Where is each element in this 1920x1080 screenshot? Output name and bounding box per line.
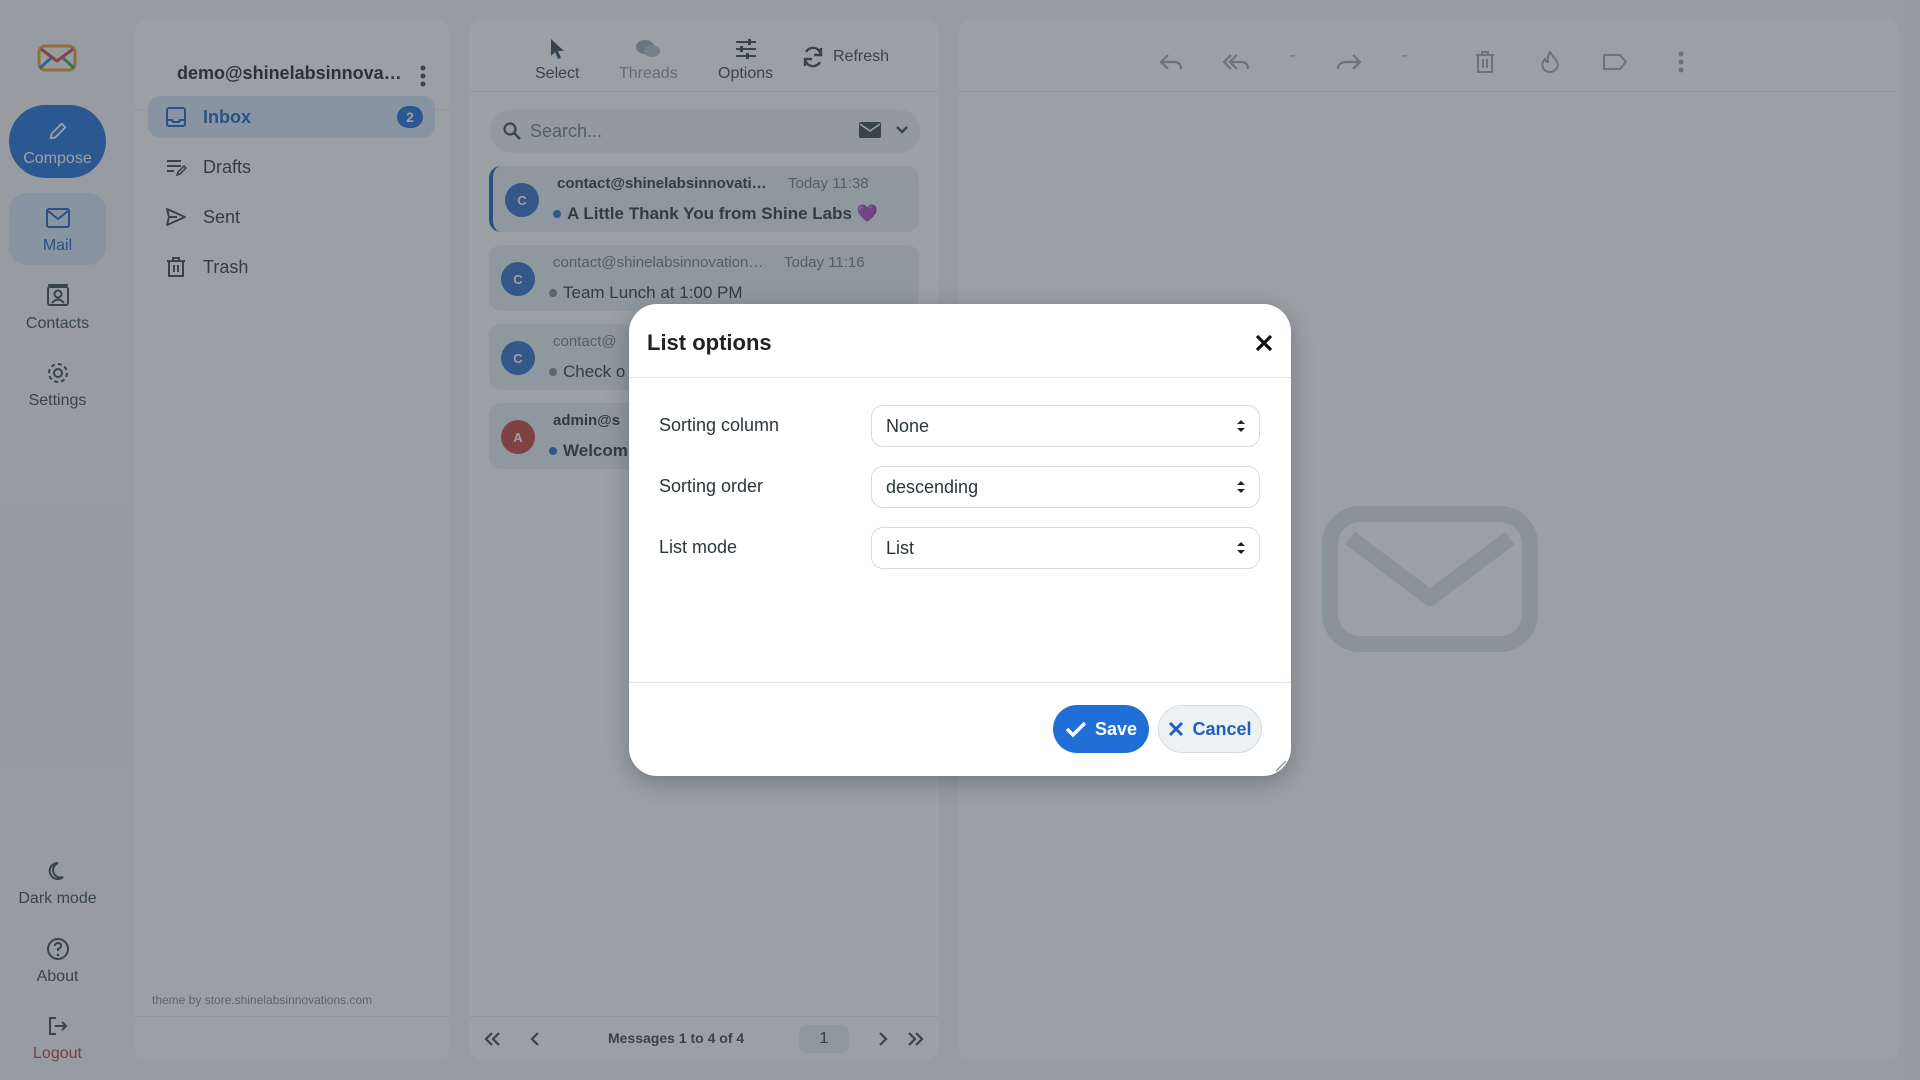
select-arrows-icon bbox=[1236, 418, 1246, 434]
resize-handle-icon[interactable] bbox=[1273, 758, 1287, 772]
close-icon[interactable] bbox=[1251, 330, 1277, 356]
sorting-order-label: Sorting order bbox=[659, 476, 764, 496]
save-label: Save bbox=[1094, 718, 1138, 739]
divider bbox=[629, 377, 1291, 378]
cancel-label: Cancel bbox=[1192, 718, 1252, 739]
select-arrows-icon bbox=[1236, 540, 1246, 556]
list-options-dialog: List options Sorting column None Sorting… bbox=[629, 304, 1291, 776]
sorting-column-select[interactable]: None bbox=[871, 405, 1260, 447]
divider bbox=[629, 682, 1291, 683]
sorting-column-value: None bbox=[886, 415, 930, 436]
save-button[interactable]: Save bbox=[1053, 705, 1149, 753]
check-icon bbox=[1065, 720, 1087, 738]
sorting-order-value: descending bbox=[886, 476, 979, 497]
sorting-column-label: Sorting column bbox=[659, 415, 780, 435]
sorting-order-select[interactable]: descending bbox=[871, 466, 1260, 508]
list-mode-label: List mode bbox=[659, 537, 738, 557]
list-mode-select[interactable]: List bbox=[871, 527, 1260, 569]
x-icon bbox=[1168, 721, 1184, 737]
select-arrows-icon bbox=[1236, 479, 1246, 495]
list-mode-value: List bbox=[886, 537, 915, 558]
cancel-button[interactable]: Cancel bbox=[1158, 705, 1262, 753]
dialog-title: List options bbox=[647, 330, 772, 355]
